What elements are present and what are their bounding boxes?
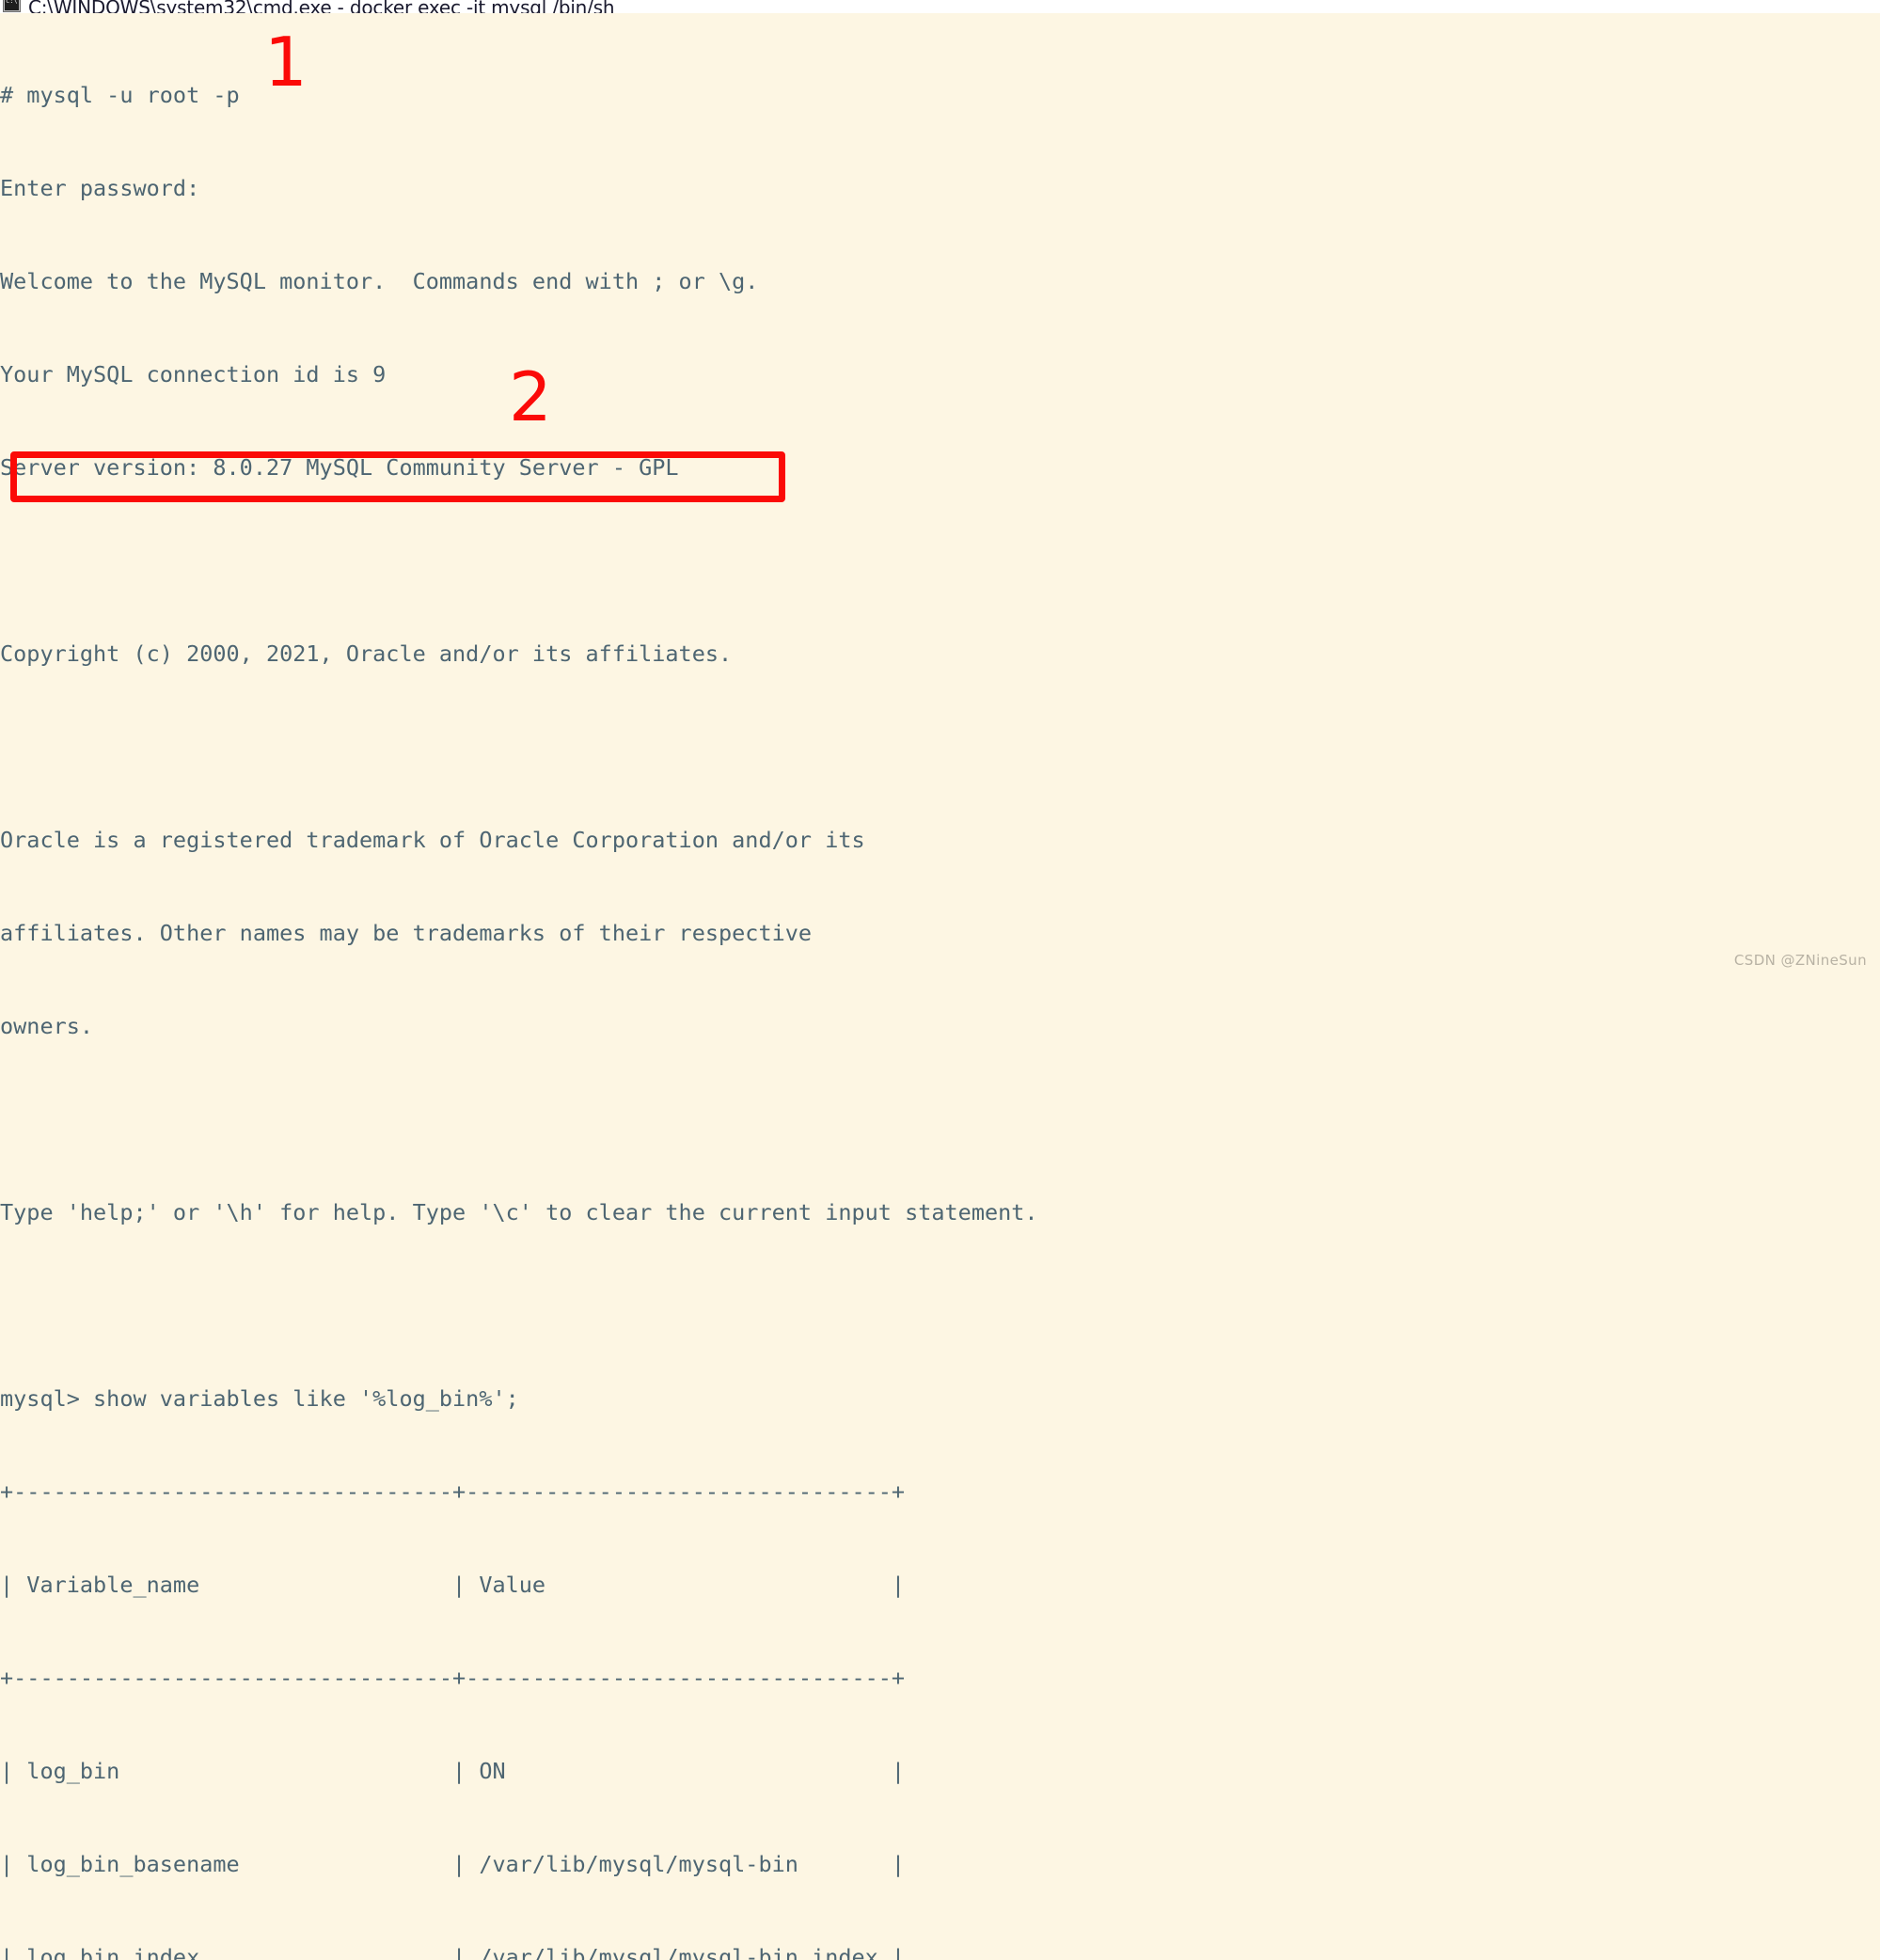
watermark: CSDN @ZNineSun bbox=[1733, 952, 1867, 969]
annotation-marker-2: 2 bbox=[509, 357, 552, 436]
terminal-line: Server version: 8.0.27 MySQL Community S… bbox=[0, 454, 679, 481]
table-header-row: | Variable_name | Value | bbox=[0, 1572, 906, 1598]
table-row: | log_bin | ON | bbox=[0, 1758, 906, 1784]
table-row: | log_bin_basename | /var/lib/mysql/mysq… bbox=[0, 1851, 906, 1877]
terminal-line: affiliates. Other names may be trademark… bbox=[0, 920, 813, 946]
table-border-top: +---------------------------------+-----… bbox=[0, 1478, 906, 1505]
terminal-console[interactable]: # mysql -u root -p Enter password: Welco… bbox=[0, 13, 1880, 1960]
terminal-output: # mysql -u root -p Enter password: Welco… bbox=[0, 18, 1038, 1960]
terminal-line-query: mysql> show variables like '%log_bin%'; bbox=[0, 1385, 519, 1412]
terminal-line: Copyright (c) 2000, 2021, Oracle and/or … bbox=[0, 640, 733, 667]
annotation-marker-1: 1 bbox=[264, 23, 308, 102]
terminal-line: Welcome to the MySQL monitor. Commands e… bbox=[0, 268, 759, 294]
table-row: | log_bin_index | /var/lib/mysql/mysql-b… bbox=[0, 1944, 906, 1960]
table-border-mid: +---------------------------------+-----… bbox=[0, 1665, 906, 1691]
window-title-bar[interactable]: C:\WINDOWS\system32\cmd.exe - docker exe… bbox=[0, 0, 1880, 13]
window-title-text: C:\WINDOWS\system32\cmd.exe - docker exe… bbox=[28, 0, 615, 13]
terminal-line: # mysql -u root -p bbox=[0, 82, 240, 108]
terminal-line: Enter password: bbox=[0, 175, 200, 201]
terminal-line: owners. bbox=[0, 1013, 94, 1039]
cmd-console-icon bbox=[2, 0, 23, 13]
terminal-line: Type 'help;' or '\h' for help. Type '\c'… bbox=[0, 1199, 1038, 1225]
terminal-line: Oracle is a registered trademark of Orac… bbox=[0, 827, 865, 853]
